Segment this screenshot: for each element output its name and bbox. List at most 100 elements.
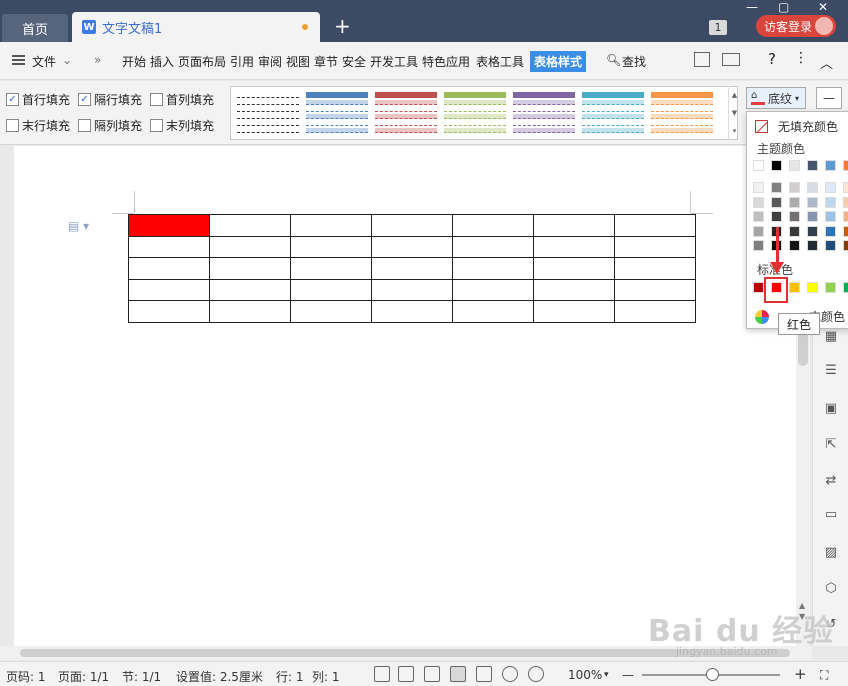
hamburger-icon[interactable] (12, 55, 25, 65)
theme-shade-swatch[interactable] (771, 182, 782, 193)
table-cell[interactable] (209, 214, 291, 237)
web-view-icon[interactable] (502, 666, 518, 682)
standard-color-swatch[interactable] (825, 282, 836, 293)
archive-icon[interactable]: ▭ (822, 506, 840, 524)
table-cell[interactable] (533, 278, 615, 302)
table-style-thumbnail[interactable] (306, 92, 368, 136)
restore-icon[interactable]: ▢ (778, 0, 789, 14)
minimize-icon[interactable]: — (746, 0, 758, 14)
table-cell[interactable] (614, 278, 696, 302)
menu-page-layout[interactable]: 页面布局 (178, 53, 226, 70)
standard-color-swatch[interactable] (753, 282, 764, 293)
theme-shade-swatch[interactable] (753, 196, 764, 208)
table-cell[interactable] (371, 214, 453, 237)
table-cell[interactable] (614, 300, 696, 323)
image-gallery-icon[interactable]: ▣ (822, 400, 840, 418)
standard-color-swatch[interactable] (789, 282, 800, 293)
shield-icon[interactable]: ⬡ (822, 580, 840, 598)
table-cell[interactable] (290, 214, 372, 237)
theme-shade-swatch[interactable] (771, 211, 782, 222)
menu-view[interactable]: 视图 (286, 53, 310, 70)
menu-security[interactable]: 安全 (342, 53, 366, 70)
theme-color-swatch[interactable] (789, 160, 800, 171)
checkbox-first-column-fill[interactable]: 首列填充 (150, 91, 214, 108)
outline-view-icon[interactable] (476, 666, 492, 682)
theme-color-swatch[interactable] (771, 160, 782, 171)
sliders-icon[interactable]: ☰ (822, 362, 840, 380)
table-cell-filled[interactable] (128, 214, 210, 237)
table-cell[interactable] (614, 257, 696, 280)
theme-shade-swatch[interactable] (789, 196, 800, 208)
shading-button[interactable]: ⌂ 底纹 ▾ (746, 87, 806, 109)
theme-shade-swatch[interactable] (843, 196, 848, 208)
no-fill-option[interactable]: 无填充颜色 (755, 118, 838, 135)
zoom-in-icon[interactable]: + (794, 665, 807, 683)
table-cell[interactable] (290, 278, 372, 302)
table-cell[interactable] (128, 235, 210, 259)
table-grid-icon[interactable]: ▦ (822, 328, 840, 346)
theme-shade-swatch[interactable] (807, 240, 818, 251)
table-style-thumbnail[interactable] (582, 92, 644, 136)
window-count-badge[interactable]: 1 (709, 20, 727, 35)
zoom-slider-knob[interactable] (706, 668, 719, 681)
menu-developer[interactable]: 开发工具 (370, 53, 418, 70)
theme-shade-swatch[interactable] (771, 196, 782, 208)
menu-review[interactable]: 审阅 (258, 53, 282, 70)
table-cell[interactable] (452, 278, 534, 302)
theme-shade-swatch[interactable] (789, 182, 800, 193)
menu-table-tools[interactable]: 表格工具 (476, 53, 524, 70)
table-cell[interactable] (128, 278, 210, 302)
theme-shade-swatch[interactable] (807, 211, 818, 222)
table-cell[interactable] (452, 257, 534, 280)
menu-references[interactable]: 引用 (230, 53, 254, 70)
table-cell[interactable] (452, 300, 534, 323)
table-style-thumbnail[interactable] (375, 92, 437, 136)
read-mode-icon[interactable] (398, 666, 414, 682)
paragraph-layout-icon[interactable]: ▤ ▾ (68, 219, 89, 233)
theme-shade-swatch[interactable] (789, 225, 800, 237)
menu-table-style[interactable]: 表格样式 (530, 51, 587, 72)
table-cell[interactable] (371, 257, 453, 280)
table-cell[interactable] (371, 278, 453, 302)
page-view-icon[interactable] (450, 666, 466, 682)
theme-shade-swatch[interactable] (807, 196, 818, 208)
more-icon[interactable]: ⋮ (794, 50, 808, 66)
table-cell[interactable] (371, 235, 453, 259)
edit-pen-icon[interactable] (424, 666, 440, 682)
table-cell[interactable] (128, 300, 210, 323)
search-icon[interactable]: 🔍︎ (606, 53, 621, 67)
theme-shade-swatch[interactable] (825, 196, 836, 208)
table-cell[interactable] (533, 214, 615, 237)
standard-color-swatch[interactable] (807, 282, 818, 293)
document-table[interactable] (128, 214, 696, 323)
picture-icon[interactable]: ▨ (822, 544, 840, 562)
fullscreen-icon[interactable] (374, 666, 390, 682)
table-cell[interactable] (209, 300, 291, 323)
table-cell[interactable] (533, 257, 615, 280)
guest-login-button[interactable]: 访客登录 (756, 15, 836, 37)
theme-shade-swatch[interactable] (807, 182, 818, 193)
zoom-out-icon[interactable]: — (622, 668, 634, 682)
chevron-down-icon[interactable]: ⌄ (62, 53, 72, 67)
theme-shade-swatch[interactable] (825, 182, 836, 193)
theme-color-swatch[interactable] (807, 160, 818, 171)
double-chevron-icon[interactable]: » (94, 53, 101, 67)
collab-icon[interactable] (722, 53, 740, 66)
theme-shade-swatch[interactable] (753, 240, 764, 251)
menu-special-apps[interactable]: 特色应用 (422, 53, 470, 70)
fit-window-icon[interactable]: ⛶ (820, 668, 828, 683)
help-icon[interactable]: ? (768, 50, 776, 68)
theme-shade-swatch[interactable] (753, 211, 764, 222)
translate-icon[interactable]: ⇄ (822, 472, 840, 490)
table-style-thumbnail[interactable] (237, 92, 299, 136)
theme-shade-swatch[interactable] (753, 182, 764, 193)
table-cell[interactable] (290, 300, 372, 323)
theme-shade-swatch[interactable] (789, 240, 800, 251)
theme-shade-swatch[interactable] (825, 225, 836, 237)
table-cell[interactable] (533, 235, 615, 259)
table-cell[interactable] (128, 257, 210, 280)
search-label[interactable]: 查找 (622, 53, 646, 70)
theme-shade-swatch[interactable] (825, 211, 836, 222)
theme-color-swatch[interactable] (843, 160, 848, 171)
close-icon[interactable]: ✕ (818, 0, 828, 14)
